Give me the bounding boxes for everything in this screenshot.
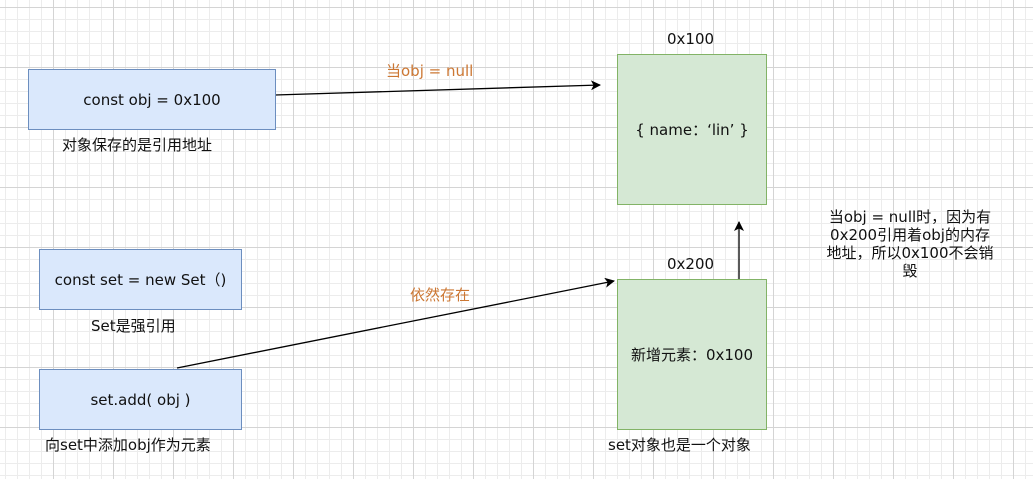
set-declaration-caption: Set是强引用 [91, 317, 176, 335]
edge-label-obj-null: 当obj = null [386, 62, 474, 80]
note-line: 地址，所以0x100不会销 [826, 244, 994, 262]
obj-memory-box: { name：‘lin’ } [617, 54, 767, 205]
obj-declaration-text: const obj = 0x100 [83, 90, 221, 109]
gc-explanation-note: 当obj = null时，因为有 0x200引用着obj的内存 地址，所以0x1… [810, 208, 1010, 280]
set-add-box: set.add( obj ) [39, 369, 242, 430]
arrow-setadd-to-0x200 [176, 277, 615, 369]
set-address-label: 0x200 [667, 255, 715, 273]
set-memory-box: 新增元素：0x100 [617, 279, 767, 430]
arrow-obj-to-0x100 [274, 80, 601, 96]
obj-address-label: 0x100 [667, 30, 715, 48]
set-memory-caption: set对象也是一个对象 [608, 436, 751, 454]
set-add-caption: 向set中添加obj作为元素 [45, 436, 211, 454]
set-add-text: set.add( obj ) [90, 390, 191, 409]
obj-declaration-caption: 对象保存的是引用地址 [62, 136, 213, 154]
note-line: 当obj = null时，因为有 [828, 208, 992, 226]
set-memory-text: 新增元素：0x100 [630, 346, 754, 364]
note-line: 0x200引用着obj的内存 [830, 226, 990, 244]
obj-memory-text: { name：‘lin’ } [635, 121, 749, 139]
set-declaration-box: const set = new Set（) [39, 249, 242, 310]
edge-label-still-exists: 依然存在 [410, 286, 471, 304]
obj-declaration-box: const obj = 0x100 [28, 69, 276, 130]
set-declaration-text: const set = new Set（) [54, 271, 227, 289]
note-line: 毁 [902, 262, 918, 280]
